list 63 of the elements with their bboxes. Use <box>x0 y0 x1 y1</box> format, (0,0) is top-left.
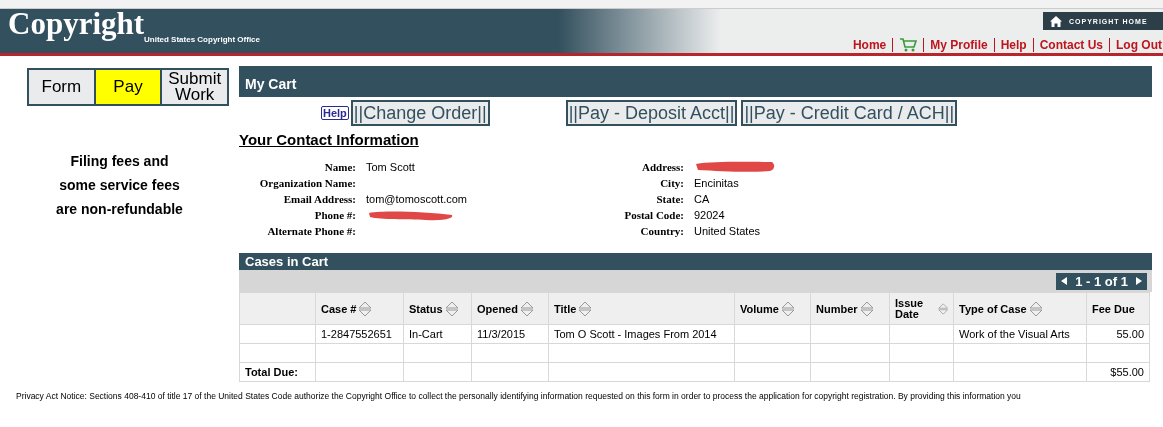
sort-icon[interactable] <box>1028 300 1043 317</box>
page-count: 1 - 1 of 1 <box>1075 273 1128 289</box>
field-value: 92024 <box>694 209 725 221</box>
header-link[interactable]: My Profile <box>930 38 988 52</box>
field-label: Organization Name: <box>258 177 356 189</box>
sort-icon[interactable] <box>519 300 534 317</box>
sort-icon[interactable] <box>859 300 874 317</box>
privacy-notice: Privacy Act Notice: Sections 408-410 of title 17 of the United States Code authorize the Copyright Office to collect the personally identifying information requested on this form in order to process the application for copyright registration. By providing this information you <box>15 391 1022 401</box>
table-cell: In-Cart <box>409 328 443 340</box>
sort-icon[interactable] <box>578 300 593 317</box>
header-link[interactable]: Contact Us <box>1039 38 1103 52</box>
total-amount: $55.00 <box>1110 366 1144 378</box>
column-header[interactable]: Case # <box>321 302 357 315</box>
field-value: CA <box>694 193 710 205</box>
field-label: Country: <box>639 225 684 237</box>
next-icon[interactable] <box>1136 277 1142 285</box>
section-title: My Cart <box>239 66 1152 97</box>
field-label: Email Address: <box>282 193 356 205</box>
section-title: Cases in Cart <box>239 253 1152 270</box>
header-link[interactable]: Help <box>1000 38 1027 52</box>
sort-icon[interactable] <box>937 300 948 317</box>
action-button[interactable]: ||Pay - Deposit Acct|| <box>565 100 738 126</box>
fee-notice: Filing fees and <box>69 152 170 171</box>
step-tab[interactable]: Submit Work <box>162 70 227 104</box>
sort-icon[interactable] <box>444 300 459 317</box>
contact-title: Your Contact Information <box>239 131 420 148</box>
column-header[interactable]: Title <box>554 302 577 315</box>
step-tab[interactable]: Form <box>29 70 94 104</box>
house-icon <box>1049 14 1063 28</box>
field-label: Alternate Phone #: <box>266 225 356 237</box>
fee-notice: are non-refundable <box>55 200 184 219</box>
table-cell: Work of the Visual Arts <box>959 328 1070 340</box>
site-logo[interactable]: Copyright <box>8 9 145 39</box>
sort-icon[interactable] <box>358 300 373 317</box>
field-label: City: <box>659 177 684 189</box>
action-button[interactable]: ||Pay - Credit Card / ACH|| <box>741 100 958 126</box>
column-header[interactable]: Type of Case <box>959 302 1027 315</box>
step-tab[interactable]: Pay <box>95 70 161 104</box>
field-label: Name: <box>323 161 356 173</box>
column-header[interactable]: Volume <box>740 302 779 315</box>
total-label: Total Due: <box>245 366 298 378</box>
field-label: Postal Code: <box>623 209 684 221</box>
field-label: State: <box>655 193 684 205</box>
header-link[interactable]: Home <box>852 38 887 52</box>
header-link[interactable]: Log Out <box>1116 38 1162 52</box>
site-subtitle: United States Copyright Office <box>144 35 260 44</box>
column-header[interactable]: Status <box>409 302 443 315</box>
field-value: United States <box>694 225 761 237</box>
previous-icon[interactable] <box>1061 277 1068 285</box>
field-value: Encinitas <box>694 177 739 189</box>
field-value: Tom Scott <box>366 161 415 173</box>
table-cell: 1-2847552651 <box>321 328 392 340</box>
sort-icon[interactable] <box>780 300 795 317</box>
field-value: tom@tomoscott.com <box>366 193 468 205</box>
help-icon[interactable]: Help <box>321 106 349 120</box>
field-label: Phone #: <box>313 209 356 221</box>
table-cell: 11/3/2015 <box>477 328 526 340</box>
field-label: Address: <box>641 161 684 173</box>
fee-notice: some service fees <box>58 176 181 195</box>
action-button[interactable]: ||Change Order|| <box>350 100 490 126</box>
cart-icon[interactable] <box>899 38 918 52</box>
table-cell: 55.00 <box>1116 328 1144 340</box>
table-cell: Tom O Scott - Images From 2014 <box>554 328 717 340</box>
